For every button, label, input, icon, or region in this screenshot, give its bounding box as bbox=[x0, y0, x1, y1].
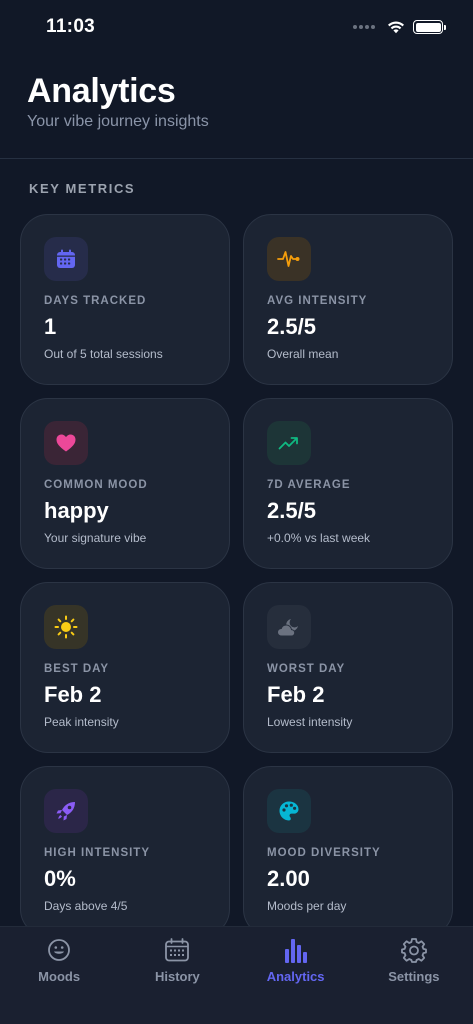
status-icons bbox=[353, 20, 446, 34]
metric-value: Feb 2 bbox=[267, 682, 325, 707]
metric-caption: +0.0% vs last week bbox=[267, 531, 371, 545]
smiley-icon bbox=[46, 937, 72, 963]
metric-label: BEST DAY bbox=[44, 663, 110, 675]
metrics-grid: DAYS TRACKED 1 Out of 5 total sessions A… bbox=[20, 214, 453, 937]
metric-card-worst-day[interactable]: WORST DAY Feb 2 Lowest intensity bbox=[243, 582, 453, 753]
signal-icon bbox=[353, 25, 375, 29]
battery-icon bbox=[413, 20, 446, 34]
metric-card-high-intensity[interactable]: HIGH INTENSITY 0% Days above 4/5 bbox=[20, 766, 230, 937]
metric-caption: Your signature vibe bbox=[44, 531, 147, 545]
gear-icon bbox=[400, 937, 427, 963]
metric-caption: Out of 5 total sessions bbox=[44, 347, 163, 361]
tab-analytics[interactable]: Analytics bbox=[237, 927, 355, 1024]
status-time: 11:03 bbox=[46, 16, 96, 37]
tab-moods[interactable]: Moods bbox=[0, 927, 118, 1024]
trending-up-icon bbox=[267, 421, 311, 465]
page-subtitle: Your vibe journey insights bbox=[27, 113, 209, 130]
metric-label: AVG INTENSITY bbox=[267, 295, 368, 307]
header-divider bbox=[0, 158, 473, 159]
tab-history[interactable]: History bbox=[118, 927, 236, 1024]
metric-label: DAYS TRACKED bbox=[44, 295, 147, 307]
metric-caption: Overall mean bbox=[267, 347, 339, 361]
pulse-icon bbox=[267, 237, 311, 281]
metric-value: 2.5/5 bbox=[267, 498, 316, 523]
tab-label: Moods bbox=[38, 969, 81, 984]
status-bar: 11:03 bbox=[0, 0, 473, 54]
heart-icon bbox=[44, 421, 88, 465]
tab-label: Analytics bbox=[266, 969, 325, 984]
section-label: KEY METRICS bbox=[29, 181, 136, 196]
metric-label: 7D AVERAGE bbox=[267, 479, 351, 491]
calendar-icon bbox=[44, 237, 88, 281]
metric-label: WORST DAY bbox=[267, 663, 346, 675]
metric-label: MOOD DIVERSITY bbox=[267, 847, 381, 859]
tab-label: History bbox=[154, 969, 200, 984]
page-title: Analytics bbox=[27, 72, 176, 110]
metric-card-7d-average[interactable]: 7D AVERAGE 2.5/5 +0.0% vs last week bbox=[243, 398, 453, 569]
metric-label: COMMON MOOD bbox=[44, 479, 148, 491]
wifi-icon bbox=[388, 21, 404, 34]
metric-card-mood-diversity[interactable]: MOOD DIVERSITY 2.00 Moods per day bbox=[243, 766, 453, 937]
cloud-moon-icon bbox=[267, 605, 311, 649]
metric-label: HIGH INTENSITY bbox=[44, 847, 151, 859]
metric-caption: Peak intensity bbox=[44, 715, 119, 729]
metric-value: 1 bbox=[44, 314, 57, 339]
metric-value: happy bbox=[44, 498, 109, 523]
metric-value: 0% bbox=[44, 866, 76, 891]
tab-label: Settings bbox=[388, 969, 440, 984]
metric-value: 2.00 bbox=[267, 866, 310, 891]
metric-caption: Moods per day bbox=[267, 899, 347, 913]
metric-caption: Days above 4/5 bbox=[44, 899, 128, 913]
page-header: Analytics Your vibe journey insights bbox=[27, 70, 209, 131]
palette-icon bbox=[267, 789, 311, 833]
metric-value: 2.5/5 bbox=[267, 314, 316, 339]
metric-card-best-day[interactable]: BEST DAY Feb 2 Peak intensity bbox=[20, 582, 230, 753]
metric-caption: Lowest intensity bbox=[267, 715, 353, 729]
metric-card-avg-intensity[interactable]: AVG INTENSITY 2.5/5 Overall mean bbox=[243, 214, 453, 385]
calendar-grid-icon bbox=[164, 937, 190, 963]
tab-settings[interactable]: Settings bbox=[355, 927, 473, 1024]
metric-card-common-mood[interactable]: COMMON MOOD happy Your signature vibe bbox=[20, 398, 230, 569]
metric-value: Feb 2 bbox=[44, 682, 102, 707]
tab-bar: Moods History Analytics Settings bbox=[0, 926, 473, 1024]
bar-chart-icon bbox=[283, 937, 309, 963]
sun-icon bbox=[44, 605, 88, 649]
rocket-icon bbox=[44, 789, 88, 833]
metric-card-days-tracked[interactable]: DAYS TRACKED 1 Out of 5 total sessions bbox=[20, 214, 230, 385]
